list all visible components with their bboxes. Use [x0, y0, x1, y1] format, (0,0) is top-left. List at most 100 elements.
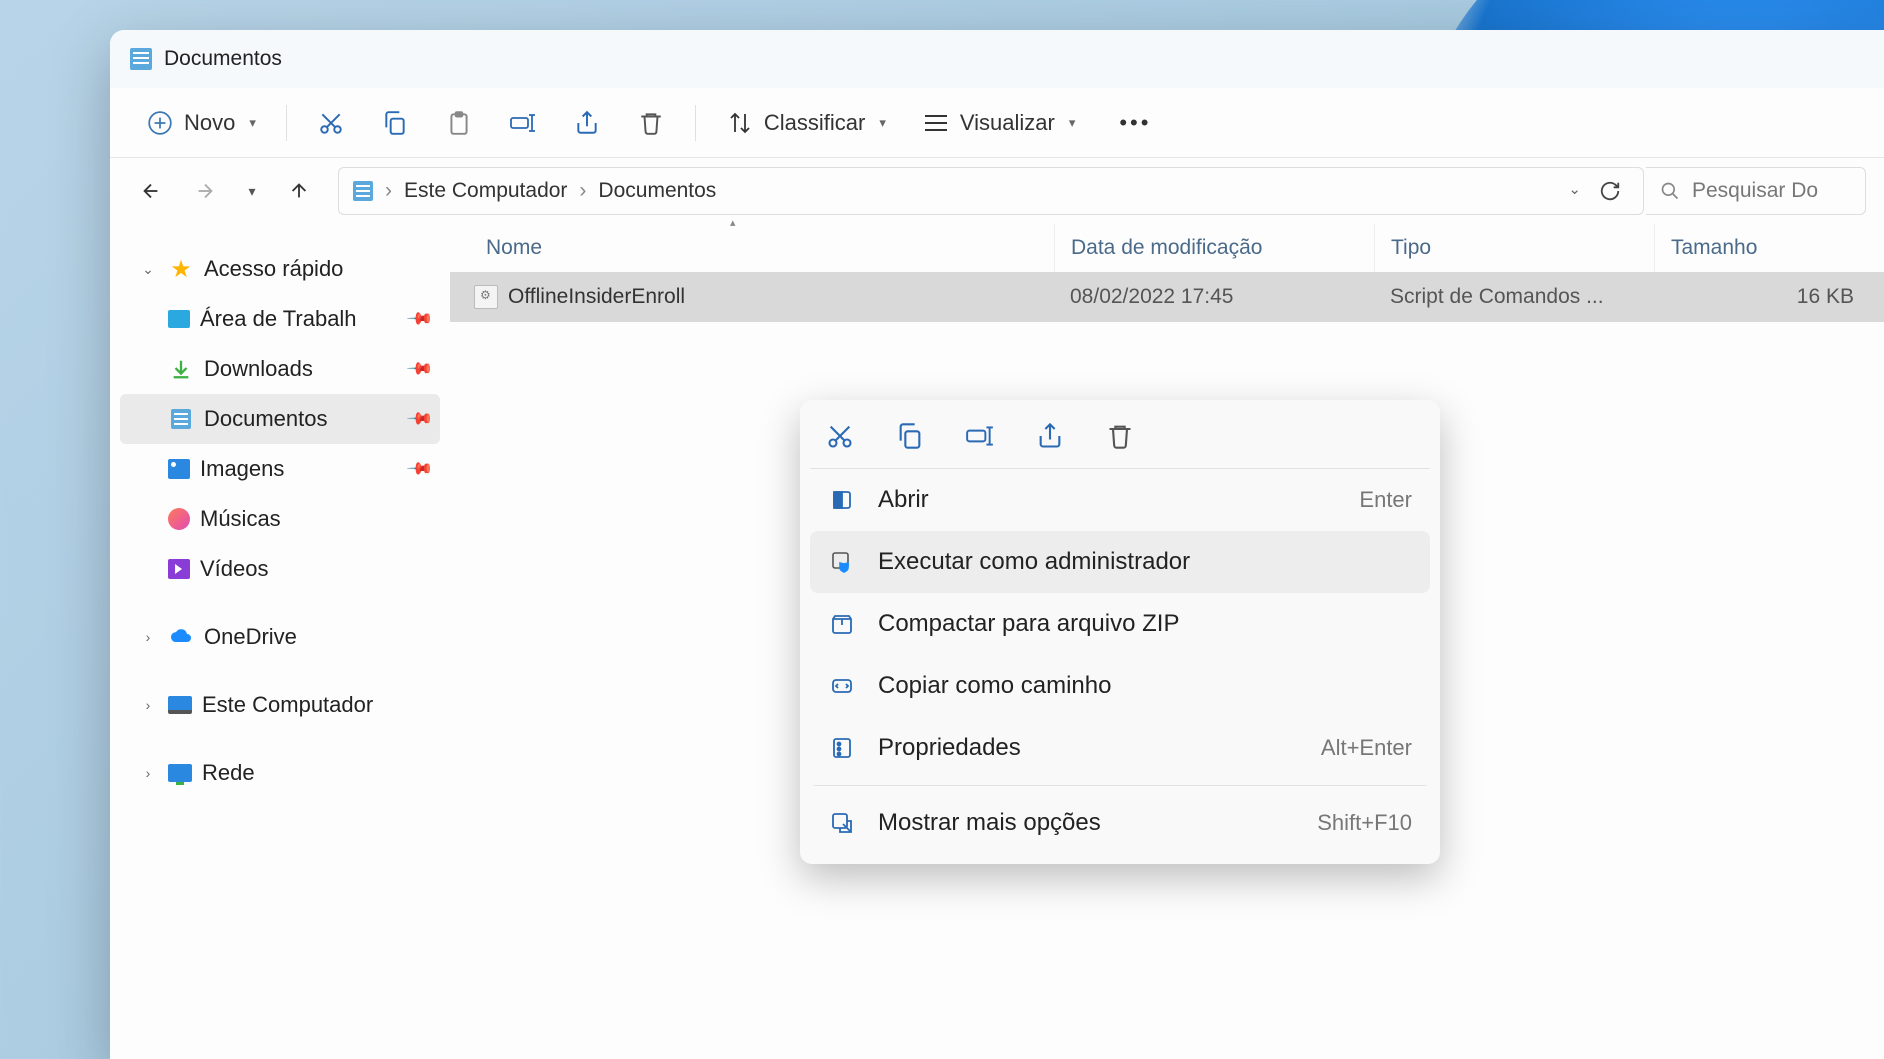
share-icon [573, 109, 601, 137]
videos-icon [168, 559, 190, 579]
sidebar-item-label: Vídeos [200, 556, 269, 582]
file-name: OfflineInsiderEnroll [508, 285, 685, 309]
sidebar-item-label: Rede [202, 760, 255, 786]
file-row[interactable]: OfflineInsiderEnroll 08/02/2022 17:45 Sc… [450, 272, 1884, 322]
zip-icon [828, 610, 856, 638]
paste-button[interactable] [431, 101, 487, 145]
sidebar-item-label: Downloads [204, 356, 313, 382]
sidebar-item-videos[interactable]: Vídeos [120, 544, 440, 594]
menu-shortcut: Shift+F10 [1317, 810, 1412, 836]
file-date: 08/02/2022 17:45 [1054, 285, 1374, 309]
recent-button[interactable]: ▾ [236, 168, 268, 214]
sidebar-item-label: Documentos [204, 406, 328, 432]
pin-icon: 📌 [405, 354, 434, 383]
delete-button[interactable] [623, 101, 679, 145]
menu-run-admin[interactable]: Executar como administrador [810, 531, 1430, 593]
sidebar-item-label: OneDrive [204, 624, 297, 650]
column-name[interactable]: Nome ▴ [450, 224, 1054, 272]
network-icon [168, 764, 192, 782]
sort-label: Classificar [764, 110, 865, 136]
sidebar-item-thispc[interactable]: › Este Computador [120, 680, 440, 730]
menu-properties[interactable]: Propriedades Alt+Enter [810, 717, 1430, 779]
context-icon-row [810, 410, 1430, 469]
menu-compress[interactable]: Compactar para arquivo ZIP [810, 593, 1430, 655]
menu-more-options[interactable]: Mostrar mais opções Shift+F10 [810, 792, 1430, 854]
separator [286, 105, 287, 141]
up-button[interactable] [276, 168, 322, 214]
monitor-icon [168, 696, 192, 714]
more-button[interactable]: ••• [1107, 101, 1163, 145]
sidebar-item-label: Este Computador [202, 692, 373, 718]
chevron-right-icon[interactable]: › [138, 629, 158, 645]
documents-icon [130, 48, 152, 70]
column-type[interactable]: Tipo [1374, 224, 1654, 272]
ellipsis-icon: ••• [1121, 109, 1149, 137]
sidebar-item-label: Área de Trabalh [200, 306, 357, 332]
breadcrumb-folder[interactable]: Documentos [598, 179, 716, 203]
cut-button[interactable] [303, 101, 359, 145]
properties-icon [828, 734, 856, 762]
sidebar-item-pictures[interactable]: Imagens 📌 [120, 444, 440, 494]
search-input[interactable]: Pesquisar Do [1646, 167, 1866, 215]
more-options-icon [828, 809, 856, 837]
new-button[interactable]: Novo ▾ [132, 101, 270, 145]
file-size: 16 KB [1654, 285, 1884, 309]
chevron-right-icon[interactable]: › [138, 697, 158, 713]
breadcrumb-root[interactable]: Este Computador [404, 179, 567, 203]
new-label: Novo [184, 110, 235, 136]
chevron-down-icon[interactable]: ⌄ [138, 261, 158, 278]
sidebar-item-documents[interactable]: Documentos 📌 [120, 394, 440, 444]
chevron-right-icon[interactable]: › [138, 765, 158, 781]
column-size[interactable]: Tamanho [1654, 224, 1884, 272]
sidebar-item-music[interactable]: Músicas [120, 494, 440, 544]
copy-button[interactable] [367, 101, 423, 145]
menu-label: Executar como administrador [878, 548, 1190, 576]
star-icon: ★ [168, 256, 194, 282]
sidebar-item-desktop[interactable]: Área de Trabalh 📌 [120, 294, 440, 344]
pin-icon: 📌 [405, 404, 434, 433]
column-date[interactable]: Data de modificação [1054, 224, 1374, 272]
refresh-button[interactable] [1599, 180, 1621, 202]
share-button[interactable] [559, 101, 615, 145]
cut-button[interactable] [824, 420, 856, 452]
sidebar-item-label: Músicas [200, 506, 281, 532]
toolbar: Novo ▾ [110, 88, 1884, 158]
chevron-down-icon: ▾ [249, 115, 256, 131]
trash-icon [637, 109, 665, 137]
nav-row: ▾ › Este Computador › Documentos ⌄ Pesqu… [110, 158, 1884, 224]
sidebar-item-quick-access[interactable]: ⌄ ★ Acesso rápido [120, 244, 440, 294]
titlebar[interactable]: Documentos [110, 30, 1884, 88]
rename-icon [509, 109, 537, 137]
rename-button[interactable] [964, 420, 996, 452]
scissors-icon [317, 109, 345, 137]
menu-label: Mostrar mais opções [878, 809, 1101, 837]
sidebar-item-downloads[interactable]: Downloads 📌 [120, 344, 440, 394]
back-button[interactable] [128, 168, 174, 214]
delete-button[interactable] [1104, 420, 1136, 452]
sidebar-item-onedrive[interactable]: › OneDrive [120, 612, 440, 662]
documents-icon [168, 406, 194, 432]
clipboard-icon [445, 109, 473, 137]
breadcrumb[interactable]: › Este Computador › Documentos ⌄ [338, 167, 1644, 215]
copy-button[interactable] [894, 420, 926, 452]
forward-button[interactable] [182, 168, 228, 214]
view-label: Visualizar [960, 110, 1055, 136]
menu-open[interactable]: Abrir Enter [810, 469, 1430, 531]
open-icon [828, 486, 856, 514]
music-icon [168, 508, 190, 530]
sidebar-item-network[interactable]: › Rede [120, 748, 440, 798]
menu-shortcut: Alt+Enter [1321, 735, 1412, 761]
shield-icon [828, 548, 856, 576]
sidebar-item-label: Imagens [200, 456, 284, 482]
cloud-icon [168, 624, 194, 650]
chevron-down-icon[interactable]: ⌄ [1568, 180, 1581, 202]
rename-button[interactable] [495, 101, 551, 145]
share-button[interactable] [1034, 420, 1066, 452]
view-button[interactable]: Visualizar ▾ [908, 101, 1090, 145]
menu-copy-path[interactable]: Copiar como caminho [810, 655, 1430, 717]
sort-button[interactable]: Classificar ▾ [712, 101, 900, 145]
sidebar-item-label: Acesso rápido [204, 256, 343, 282]
view-icon [922, 109, 950, 137]
pictures-icon [168, 459, 190, 479]
download-icon [168, 356, 194, 382]
